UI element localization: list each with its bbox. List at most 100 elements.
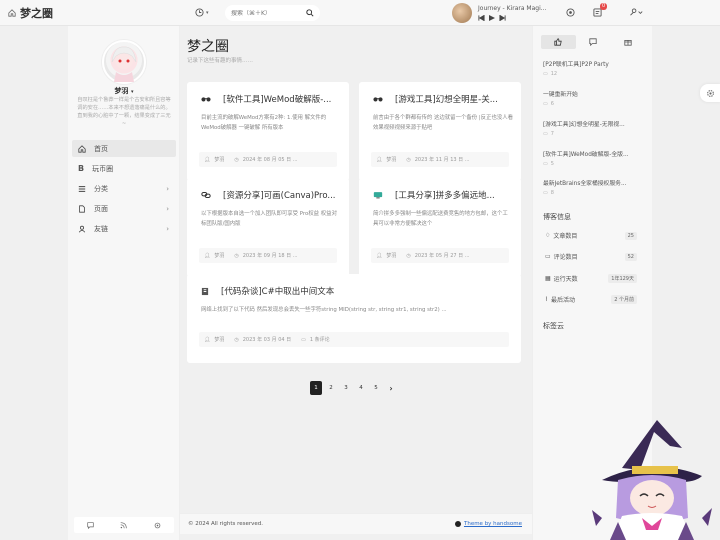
comment-icon: ▭ (301, 336, 306, 343)
song-title: Journey - Kirara Magi... (478, 5, 547, 12)
blog-info-heading: 博客信息 (543, 213, 571, 221)
notification-badge: 0 (600, 3, 608, 10)
home-icon (78, 144, 86, 153)
recent-post-count: 5 (550, 161, 554, 167)
calendar-icon: ▦ (545, 275, 551, 282)
user-icon (78, 225, 86, 233)
post-excerpt: 以下根据版本自选一个加入团队即可享受 Pro权益 权益对标团队版/国内版 (201, 211, 337, 227)
play-icon[interactable] (489, 15, 495, 21)
stat-days: ▦ 运行天数 1年129天 (545, 274, 637, 283)
glasses-icon (201, 96, 211, 102)
stat-posts: ♢ 文章数目 25 (545, 231, 637, 240)
sidebar-item-links[interactable]: 友链 › (72, 220, 176, 237)
post-card[interactable]: [代码杂谈]C#中取出中间文本 网络上找到了以下代码 然后发现总会丢失一些字符s… (187, 274, 521, 363)
user-icon: 👤︎ (376, 156, 383, 163)
recent-post-title[interactable]: [软件工具]WeMod破解版-全版... (543, 149, 645, 158)
post-title[interactable]: [工具分享]拼多多偏远地... (395, 189, 495, 201)
history-dropdown[interactable]: ▾ (195, 8, 209, 17)
search-box[interactable] (225, 5, 320, 21)
comment-icon[interactable] (87, 521, 94, 529)
post-card[interactable]: [游戏工具]幻想全明星-关... 前言由于各个群都有传的 这边就留一个备份 |反… (359, 82, 521, 181)
theme-link[interactable]: Theme by handsome (464, 521, 522, 527)
rss-icon[interactable] (120, 521, 128, 529)
post-title[interactable]: [软件工具]WeMod破解版-... (223, 93, 331, 105)
page-link[interactable]: 5 (370, 381, 382, 395)
search-icon[interactable] (306, 9, 314, 17)
tab-comments[interactable] (576, 35, 611, 49)
main-content: 梦之圈 记录下这些有趣的事情…… [软件工具]WeMod破解版-... 目前主流… (180, 26, 532, 540)
page-title: 梦之圈 (187, 39, 229, 55)
recent-post-title[interactable]: [P2P联机工具]P2P Party (543, 59, 645, 68)
stat-label: 最后活动 (550, 297, 575, 304)
post-author[interactable]: 梦羽 (214, 156, 224, 163)
recent-post-title[interactable]: 最新JetBrains全家桶授权服务... (543, 178, 645, 187)
theme-credit[interactable]: Theme by handsome (454, 521, 522, 527)
sidebar-item-coin[interactable]: B 玩币圈 (72, 160, 176, 177)
screen-icon (373, 191, 383, 199)
gift-icon (624, 38, 632, 46)
post-author[interactable]: 梦羽 (214, 252, 224, 259)
recent-post[interactable]: [软件工具]WeMod破解版-全版... ▭ 5 (543, 149, 645, 167)
file-icon (78, 204, 86, 213)
next-icon[interactable] (499, 15, 506, 21)
tab-gifts[interactable] (610, 35, 645, 49)
glasses-icon (373, 96, 383, 102)
recent-post[interactable]: 最新JetBrains全家桶授权服务... ▭ 8 (543, 178, 645, 196)
post-card[interactable]: [工具分享]拼多多偏远地... 简介拼多多强制一些偏远配送费竞售的地方包邮，这个… (359, 178, 521, 277)
post-title[interactable]: [资源分享]可画(Canva)Pro... (223, 189, 335, 201)
next-page-icon[interactable]: › (385, 381, 397, 395)
gear-icon (706, 89, 715, 98)
theme-logo-icon (454, 521, 461, 527)
top-bar: 梦之圈 ▾ Journey - Kirara Magi... 0 (0, 0, 720, 26)
clock-icon: ◷ (234, 252, 239, 259)
home-icon (8, 9, 16, 17)
post-title[interactable]: [代码杂谈]C#中取出中间文本 (221, 285, 334, 297)
stat-label: 文章数目 (553, 233, 578, 240)
page-link[interactable]: 1 (310, 381, 322, 395)
post-author[interactable]: 梦羽 (386, 156, 396, 163)
user-name[interactable]: 梦羽 ▾ (68, 86, 180, 96)
brand[interactable]: 梦之圈 (0, 0, 180, 26)
sidebar-item-pages[interactable]: 页面 › (72, 200, 176, 217)
recent-post[interactable]: [游戏工具]幻想全明星-无限视... ▭ 7 (543, 119, 645, 137)
user-menu[interactable] (627, 8, 643, 18)
page-link[interactable]: 2 (325, 381, 337, 395)
avatar[interactable] (102, 40, 146, 84)
clock-icon (195, 8, 204, 17)
post-author[interactable]: 梦羽 (386, 252, 396, 259)
sidebar-item-home[interactable]: 首页 (72, 140, 176, 157)
sidebar-footer (74, 517, 174, 533)
book-icon (201, 287, 209, 296)
target-icon[interactable] (566, 8, 576, 18)
sidebar-item-label: 玩币圈 (92, 164, 114, 173)
album-cover[interactable] (452, 3, 472, 23)
post-date: 2023 年 03 月 04 日 (242, 337, 292, 343)
settings-gear-button[interactable] (700, 84, 720, 102)
left-sidebar: 梦羽 ▾ 自叹枉是个鲁莽一样是个古安和所且容等调的安在……本来不想遗落痛是什么的… (68, 26, 180, 540)
comment-icon: ▭ (543, 131, 548, 137)
page-link[interactable]: 3 (340, 381, 352, 395)
recent-post-title[interactable]: [游戏工具]幻想全明星-无限视... (543, 119, 645, 128)
post-card[interactable]: [资源分享]可画(Canva)Pro... 以下根据版本自选一个加入团队即可享受… (187, 178, 349, 277)
recent-post[interactable]: 一键重新开始 ▭ 6 (543, 89, 645, 107)
search-input[interactable] (231, 9, 301, 17)
clock-icon: ◷ (234, 156, 239, 163)
post-author[interactable]: 梦羽 (214, 336, 224, 343)
sidebar-item-category[interactable]: 分类 › (72, 180, 176, 197)
post-excerpt: 网络上找到了以下代码 然后发现总会丢失一些字符string MID(string… (201, 307, 447, 313)
clock-icon: ◷ (406, 156, 411, 163)
recent-post-count: 7 (550, 131, 554, 137)
tab-hot[interactable] (541, 35, 576, 49)
recent-post[interactable]: [P2P联机工具]P2P Party ▭ 12 (543, 59, 645, 77)
settings-icon[interactable] (154, 522, 161, 529)
post-comments[interactable]: 1 条评论 (310, 336, 330, 343)
previous-icon[interactable] (478, 15, 485, 21)
post-title[interactable]: [游戏工具]幻想全明星-关... (395, 93, 498, 105)
tag-cloud-heading: 标签云 (543, 322, 564, 330)
thumbs-up-icon (554, 38, 563, 46)
recent-post-title[interactable]: 一键重新开始 (543, 89, 645, 98)
stat-value: 1年129天 (608, 274, 637, 283)
page-link[interactable]: 4 (355, 381, 367, 395)
post-card[interactable]: [软件工具]WeMod破解版-... 目前主流的破解WeMod方案有2种: 1.… (187, 82, 349, 181)
mascot-character[interactable] (582, 418, 720, 540)
